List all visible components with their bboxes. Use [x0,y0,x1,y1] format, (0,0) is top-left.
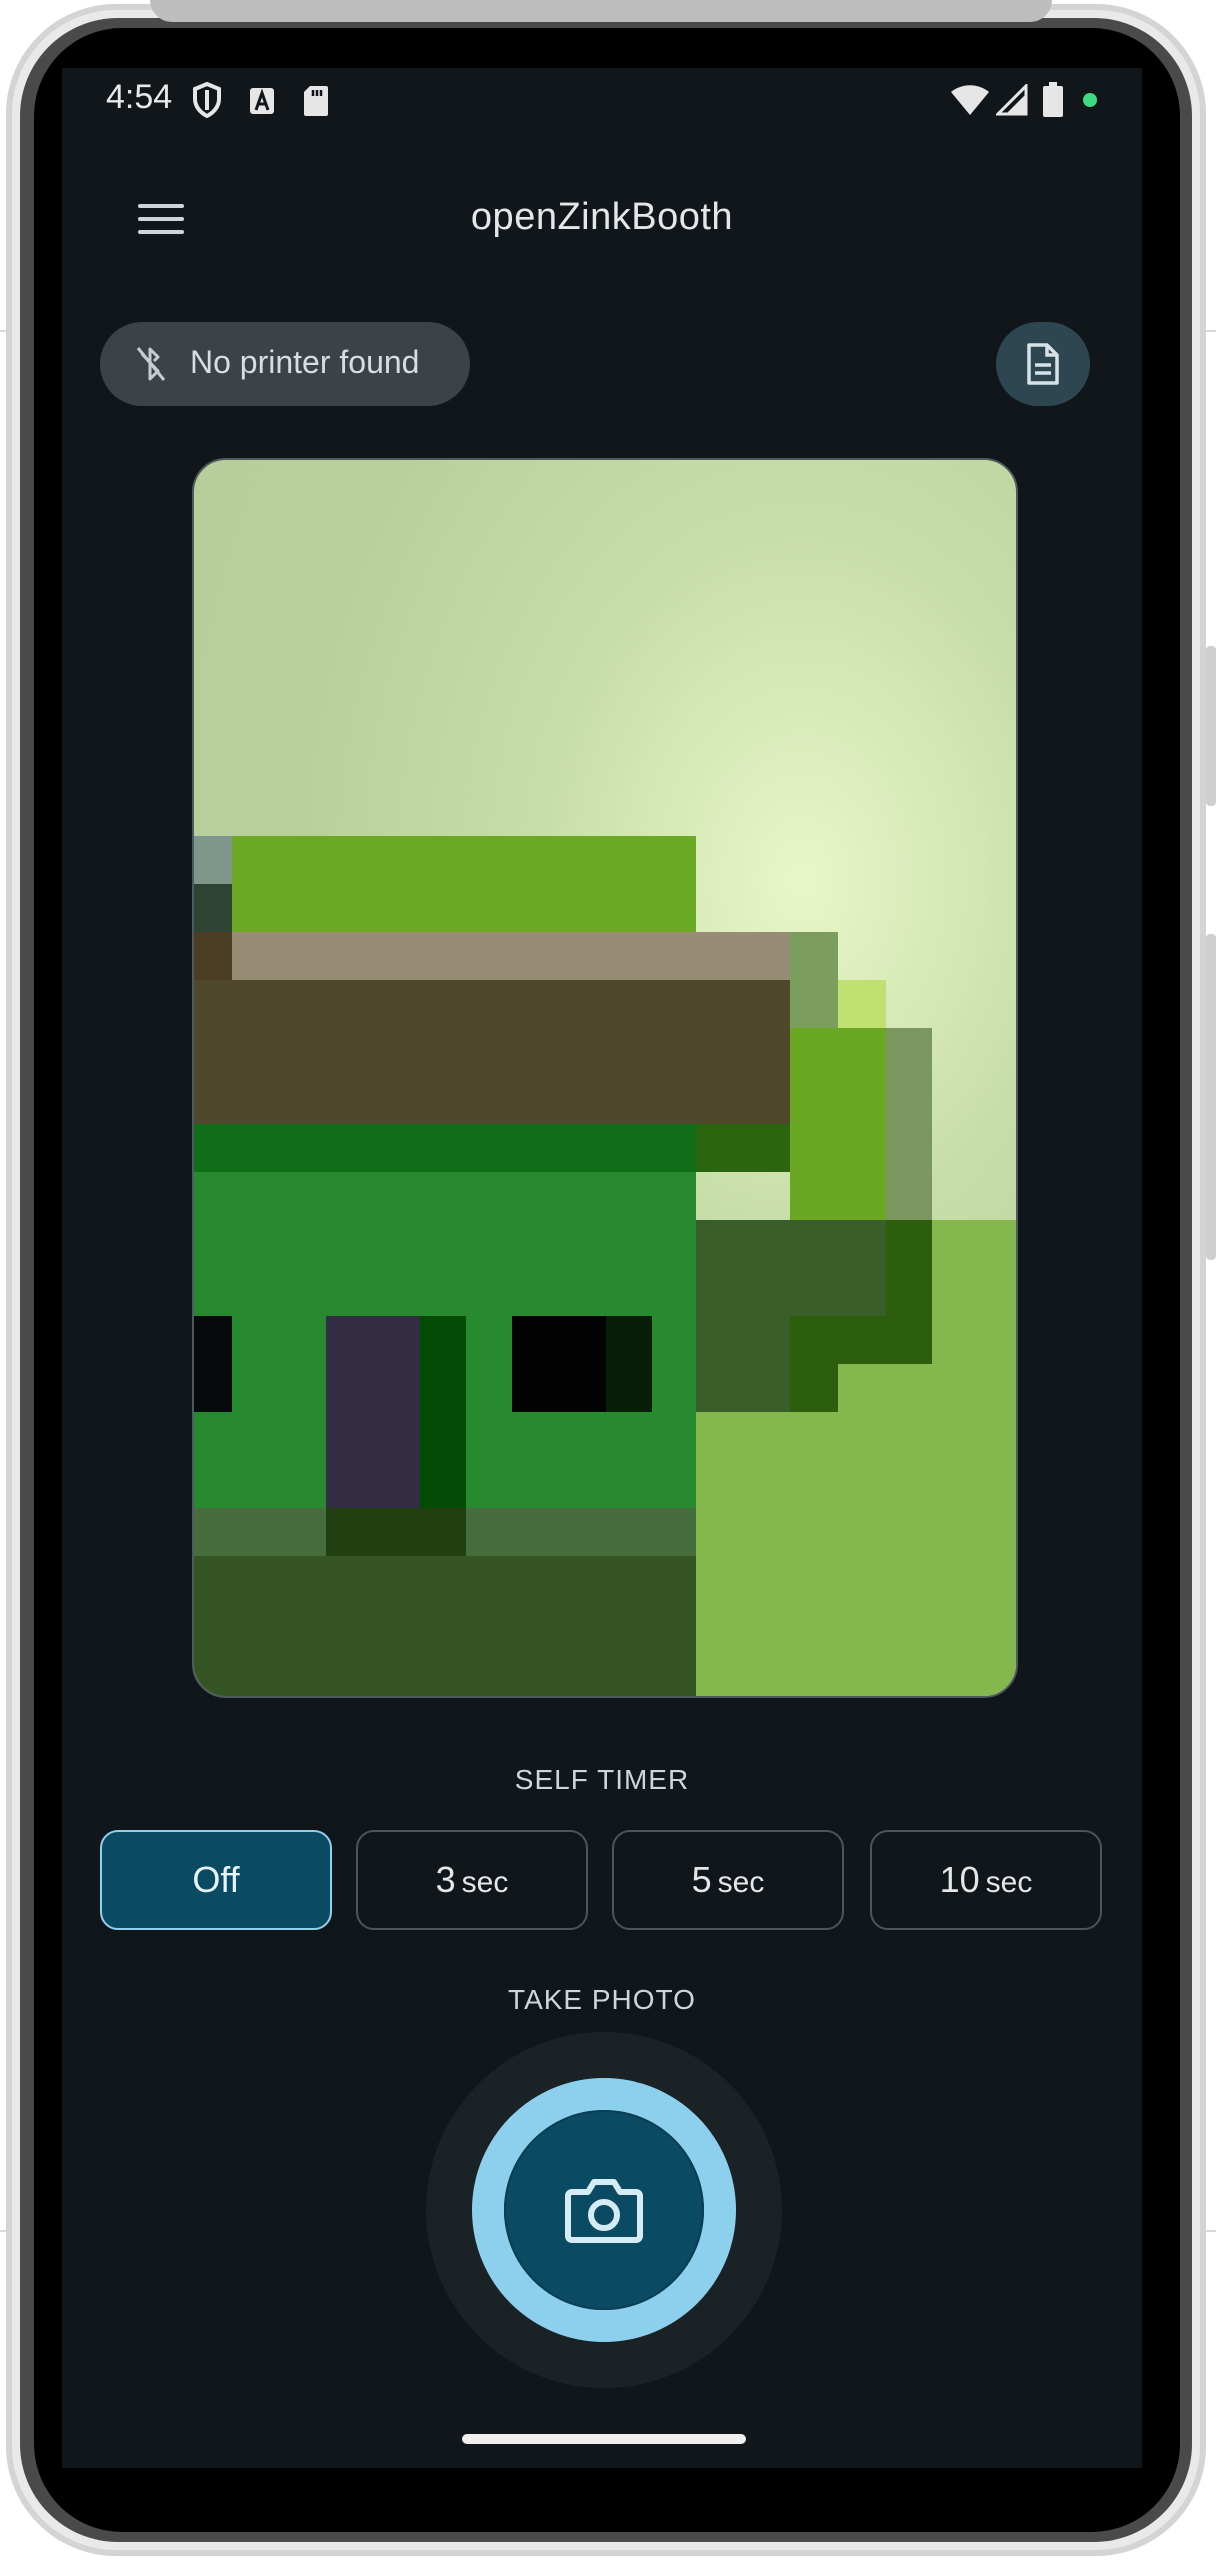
status-bar: 4:54 [62,68,1142,132]
document-icon [1027,343,1059,385]
sd-card-icon [304,86,328,116]
timer-off-value: Off [192,1859,240,1900]
preview-block [606,1316,652,1412]
timer-5sec-value: 5 [691,1859,712,1900]
take-photo-label: TAKE PHOTO [508,1984,696,2015]
timer-5sec-button[interactable]: 5 sec [612,1830,844,1930]
shield-icon [193,82,221,118]
camera-preview [192,458,1018,1698]
self-timer-label: SELF TIMER [514,1764,690,1795]
preview-block [790,1364,838,1412]
preview-block [932,1220,1016,1696]
phone-top-edge [150,0,1052,22]
preview-block [420,1316,466,1508]
camera-icon [565,2179,643,2243]
timer-3sec-value: 3 [435,1859,456,1900]
preview-block [512,1316,606,1412]
timer-5sec-unit: sec [717,1866,765,1899]
font-a-icon [250,88,274,114]
app-screen: 4:54 openZinkBooth No printer found SELF… [62,68,1142,2468]
timer-3sec-unit: sec [461,1866,509,1899]
document-button[interactable] [996,322,1090,406]
preview-block [790,932,838,1028]
preview-block [194,932,232,980]
active-dot-icon [1083,93,1097,107]
take-photo-button-core[interactable] [504,2110,704,2310]
preview-block [194,1316,232,1412]
preview-block [194,1124,696,1172]
timer-10sec-button[interactable]: 10 sec [870,1830,1102,1930]
preview-block [194,980,790,1124]
status-time: 4:54 [106,78,173,116]
preview-block [194,836,232,884]
preview-block [886,1028,932,1220]
preview-block [194,1556,696,1696]
signal-icon [996,84,1028,116]
timer-off-button[interactable]: Off [100,1830,332,1930]
preview-block [696,1412,838,1696]
home-indicator[interactable] [462,2434,746,2444]
preview-block [326,1316,420,1508]
preview-block [194,884,232,932]
preview-block [838,980,886,1028]
preview-block [232,932,828,980]
preview-block [838,1364,932,1696]
preview-block [696,1124,790,1172]
printer-status-chip[interactable]: No printer found [100,322,470,406]
power-button [1206,934,1216,1260]
timer-10sec-value: 10 [939,1859,980,1900]
preview-block [790,1028,886,1220]
preview-block [326,1508,466,1556]
battery-icon [1043,82,1063,117]
timer-10sec-unit: sec [985,1866,1033,1899]
preview-block [194,836,696,932]
wifi-icon [951,85,989,115]
app-title: openZinkBooth [470,196,734,238]
bluetooth-disabled-icon [136,347,166,381]
timer-3sec-button[interactable]: 3 sec [356,1830,588,1930]
preview-block [696,1316,790,1412]
printer-status-label: No printer found [190,344,420,380]
preview-block [790,1316,932,1364]
volume-button [1206,646,1216,806]
